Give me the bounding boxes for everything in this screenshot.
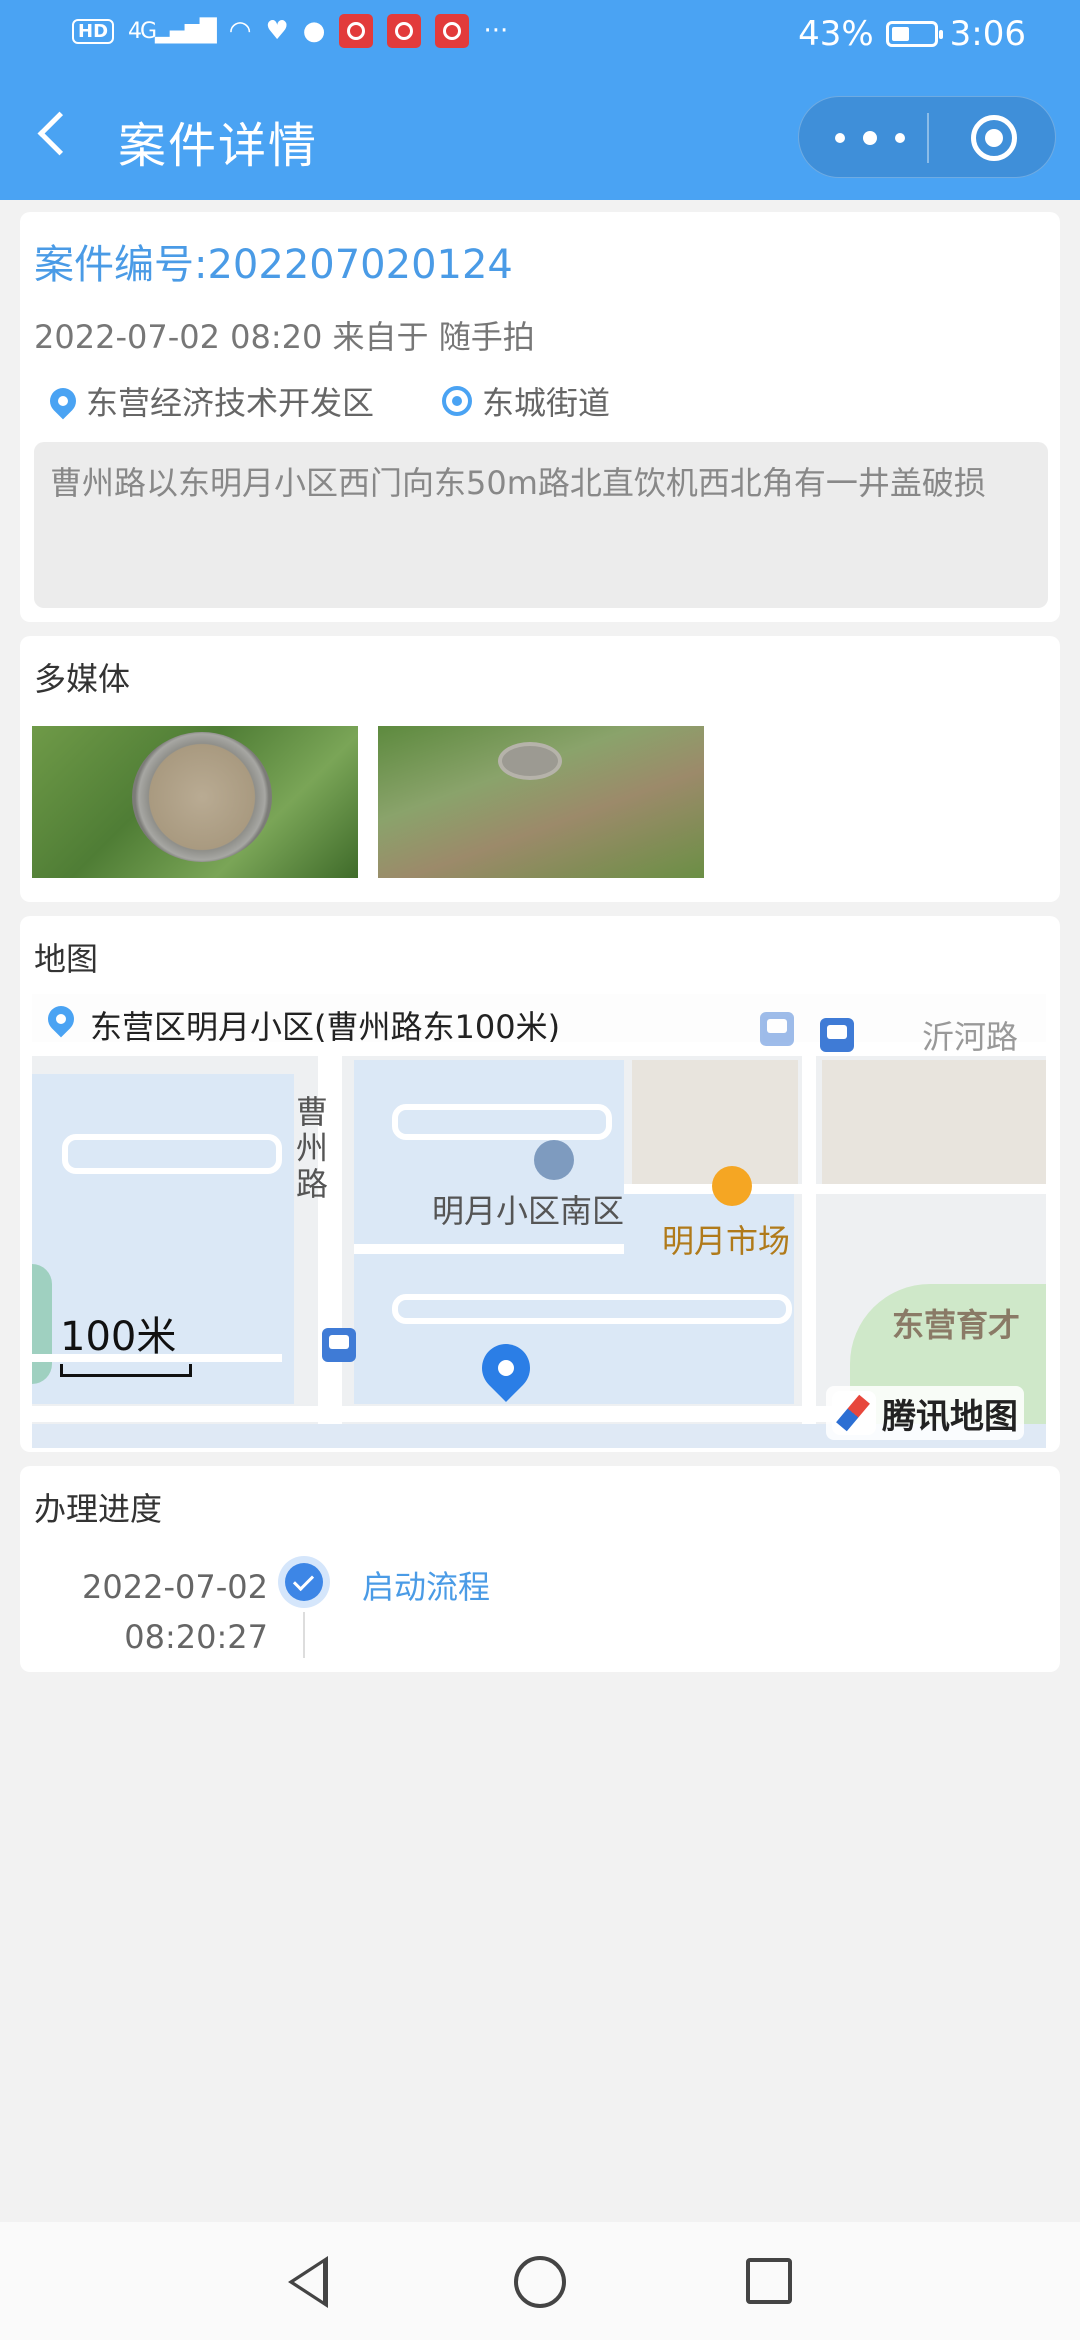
map-yihe-road-label: 沂河路 xyxy=(922,1018,1019,1056)
map-stadium-label: 东营育才 xyxy=(892,1306,1021,1344)
status-bar: HD 4G▂▄▆█ ◠ ♥ ● ··· 43% 3:06 xyxy=(0,0,1080,72)
map-card: 地图 东营区明月小区(曹州路东100米) 曹州路 明月小区南区 明月市场 沂河路… xyxy=(20,916,1060,1452)
bus-stop-icon xyxy=(820,1018,854,1052)
case-description: 曹州路以东明月小区西门向东50m路北直饮机西北角有一井盖破损 xyxy=(34,442,1048,608)
bus-stop-icon xyxy=(322,1328,356,1362)
step-datetime: 2022-07-02 08:20:27 xyxy=(82,1568,268,1656)
wifi-icon: ◠ xyxy=(228,16,252,46)
recents-nav-icon[interactable] xyxy=(746,2258,792,2304)
progress-title: 办理进度 xyxy=(34,1490,163,1528)
battery-percent: 43% xyxy=(798,14,874,54)
check-icon xyxy=(278,1556,330,1608)
app-notification-icon xyxy=(435,14,470,48)
map-market-label: 明月市场 xyxy=(662,1222,791,1260)
home-nav-icon[interactable] xyxy=(514,2256,566,2308)
battery-icon xyxy=(885,21,943,47)
media-title: 多媒体 xyxy=(34,660,131,698)
clock: 3:06 xyxy=(949,14,1026,54)
map-address: 东营区明月小区(曹州路东100米) xyxy=(90,1008,561,1046)
case-photo-1[interactable] xyxy=(32,726,358,878)
map-view[interactable]: 东营区明月小区(曹州路东100米) 曹州路 明月小区南区 明月市场 沂河路 东营… xyxy=(32,994,1046,1448)
more-notifications-icon: ··· xyxy=(483,16,509,46)
nav-bar: 案件详情 xyxy=(0,72,1080,200)
district-label: 东营经济技术开发区 xyxy=(86,384,375,422)
map-road-label: 曹州路 xyxy=(296,1093,329,1203)
app-notification-icon xyxy=(339,14,374,48)
system-nav-bar xyxy=(0,2222,1080,2340)
community-poi-icon xyxy=(534,1140,574,1180)
miniprogram-capsule xyxy=(798,96,1056,178)
case-meta: 2022-07-02 08:20 来自于 随手拍 xyxy=(34,318,535,356)
map-address-bar: 东营区明月小区(曹州路东100米) xyxy=(32,994,1046,1052)
map-community-label: 明月小区南区 xyxy=(432,1192,625,1230)
close-miniprogram-button[interactable] xyxy=(971,115,1017,161)
more-button[interactable] xyxy=(835,125,905,151)
location-row: 东营经济技术开发区 东城街道 xyxy=(44,378,611,424)
back-nav-icon[interactable] xyxy=(288,2256,328,2308)
market-poi-icon xyxy=(712,1166,752,1206)
street-label: 东城街道 xyxy=(482,384,611,422)
progress-card: 办理进度 2022-07-02 08:20:27 启动流程 xyxy=(20,1466,1060,1672)
hd-icon: HD xyxy=(72,18,115,44)
step-name[interactable]: 启动流程 xyxy=(362,1562,490,1608)
back-button[interactable] xyxy=(36,112,76,160)
case-photo-2[interactable] xyxy=(378,726,704,878)
health-icon: ♥ xyxy=(265,16,289,46)
address-pin-icon xyxy=(42,1000,80,1038)
signal-icon: 4G▂▄▆█ xyxy=(128,18,217,44)
location-pin-icon xyxy=(44,382,82,420)
street-target-icon xyxy=(442,386,473,416)
page-title: 案件详情 xyxy=(118,118,319,174)
compass-icon xyxy=(832,1391,876,1435)
map-title: 地图 xyxy=(34,940,99,978)
tencent-map-logo: 腾讯地图 xyxy=(826,1386,1024,1440)
case-number: 案件编号:202207020124 xyxy=(34,242,513,288)
case-card: 案件编号:202207020124 2022-07-02 08:20 来自于 随… xyxy=(20,212,1060,622)
map-scale: 100米 xyxy=(60,1304,192,1377)
media-card: 多媒体 xyxy=(20,636,1060,902)
qq-icon: ● xyxy=(302,16,326,46)
app-notification-icon xyxy=(387,14,422,48)
bus-stop-icon xyxy=(760,1012,794,1046)
